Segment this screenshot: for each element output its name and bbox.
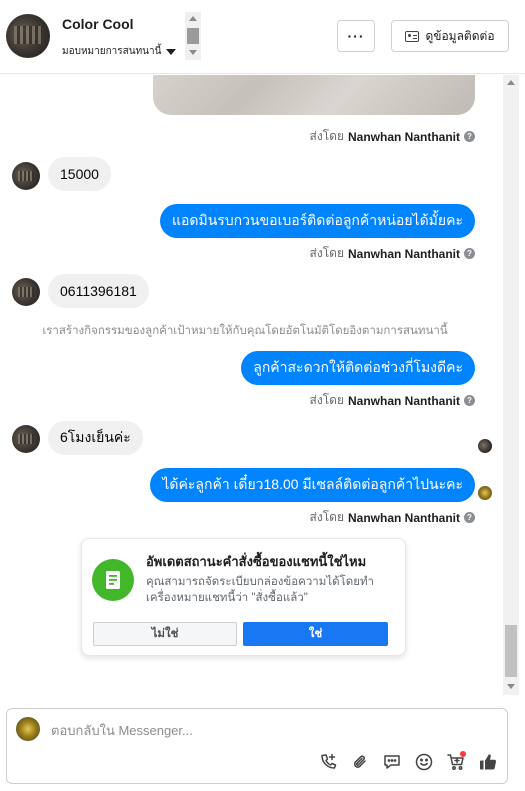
composer-toolbar [317,751,499,773]
outgoing-message[interactable]: ลูกค้าสะดวกให้ติดต่อช่วงกี่โมงดีคะ [241,351,475,385]
scroll-down-icon[interactable] [507,684,515,689]
yes-button[interactable]: ใช่ [243,622,388,646]
more-options-button[interactable]: ··· [337,20,375,52]
page-avatar[interactable] [6,14,50,58]
outgoing-message[interactable]: ได้ค่ะลูกค้า เดี๋ยว18.00 มีเซลล์ติดต่อลู… [150,468,475,502]
page-name[interactable]: Color Cool [62,16,134,32]
incoming-message[interactable]: 0611396181 [48,274,149,308]
message-thread[interactable]: ส่งโดย Nanwhan Nanthanit ? 15000 แอดมินร… [0,75,525,695]
sender-name: Nanwhan Nanthanit [347,246,460,261]
incoming-message[interactable]: 15000 [48,157,111,191]
customer-avatar[interactable] [12,278,40,306]
thread-scrollbar[interactable] [503,75,519,695]
sender-name: Nanwhan Nanthanit [347,510,460,525]
sent-by-prefix: ส่งโดย [309,510,344,524]
info-icon[interactable]: ? [464,395,475,406]
outgoing-message[interactable]: แอดมินรบกวนขอเบอร์ติดต่อลูกค้าหน่อยได้มั… [159,204,475,238]
read-receipt-avatar [478,439,492,453]
saved-reply-icon[interactable] [381,751,403,773]
incoming-message[interactable]: 6โมงเย็นค่ะ [48,421,143,455]
user-avatar [16,717,40,741]
view-contact-button[interactable]: ดูข้อมูลติดต่อ [391,20,509,52]
header-scrollbar[interactable] [185,12,201,60]
more-icon: ··· [347,28,365,44]
assign-conversation-dropdown[interactable]: มอบหมายการสนทนานี้ [62,44,177,59]
conversation-header: Color Cool มอบหมายการสนทนานี้ ··· ดูข้อม… [0,0,525,74]
scroll-up-icon[interactable] [189,16,197,21]
customer-avatar[interactable] [12,162,40,190]
image-attachment[interactable] [153,75,475,115]
scroll-thumb[interactable] [187,28,199,44]
no-button[interactable]: ไม่ใช่ [93,622,237,646]
scroll-up-icon[interactable] [507,80,515,85]
sender-name: Nanwhan Nanthanit [347,129,460,144]
read-receipt-avatar [478,486,492,500]
cart-icon[interactable] [445,751,467,773]
system-note: เราสร้างกิจกรรมของลูกค้าเป้าหมายให้กับคุ… [42,325,448,337]
chevron-down-icon [166,48,177,55]
order-prompt-title: อัพเดตสถานะคำสั่งซื้อของแชทนี้ใช่ไหม [146,554,367,569]
order-prompt-description: คุณสามารถจัดระเบียบกล่องข้อความได้โดยทำเ… [146,576,375,604]
like-icon[interactable] [477,751,499,773]
assign-label: มอบหมายการสนทนานี้ [62,46,162,57]
customer-avatar[interactable] [12,425,40,453]
call-add-icon[interactable] [317,751,339,773]
sent-by-line: ส่งโดย Nanwhan Nanthanit ? [310,244,475,263]
notification-dot [460,751,466,757]
messenger-inbox: Color Cool มอบหมายการสนทนานี้ ··· ดูข้อม… [0,0,525,791]
contact-card-icon [405,30,420,42]
info-icon[interactable]: ? [464,248,475,259]
reply-input[interactable] [51,721,471,739]
order-status-prompt: อัพเดตสถานะคำสั่งซื้อของแชทนี้ใช่ไหม คุณ… [81,538,406,656]
sent-by-line: ส่งโดย Nanwhan Nanthanit ? [310,391,475,410]
reply-composer [6,708,508,784]
sent-by-prefix: ส่งโดย [309,129,344,143]
sent-by-prefix: ส่งโดย [309,246,344,260]
sent-by-prefix: ส่งโดย [309,393,344,407]
scroll-thumb[interactable] [505,625,517,677]
info-icon[interactable]: ? [464,131,475,142]
view-contact-label: ดูข้อมูลติดต่อ [425,28,495,43]
emoji-icon[interactable] [413,751,435,773]
sender-name: Nanwhan Nanthanit [347,393,460,408]
scroll-down-icon[interactable] [189,50,197,55]
attach-icon[interactable] [349,751,371,773]
info-icon[interactable]: ? [464,512,475,523]
order-list-icon [92,559,134,601]
sent-by-line: ส่งโดย Nanwhan Nanthanit ? [310,127,475,146]
sent-by-line: ส่งโดย Nanwhan Nanthanit ? [310,508,475,527]
